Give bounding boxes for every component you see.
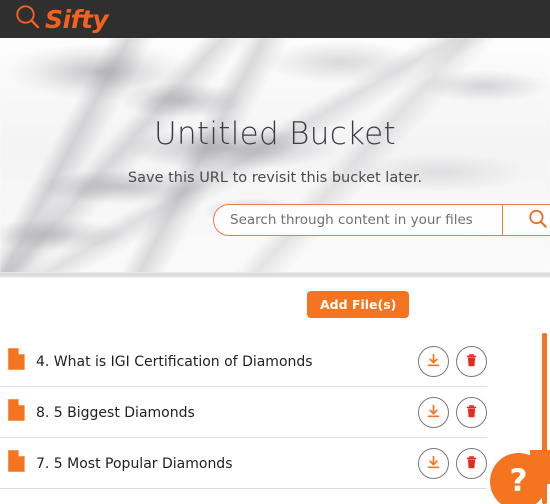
table-row[interactable]: 7. 5 Most Popular Diamonds — [0, 438, 550, 489]
download-icon — [425, 352, 442, 372]
delete-button[interactable] — [456, 448, 487, 479]
download-button[interactable] — [418, 346, 449, 377]
download-button[interactable] — [418, 397, 449, 428]
hero-bottom-divider — [0, 272, 550, 278]
file-list: 4. What is IGI Certification of Diamonds — [0, 336, 550, 489]
app-logo-text: Sifty — [45, 4, 109, 34]
search-input[interactable] — [214, 205, 502, 235]
add-files-button[interactable]: Add File(s) — [307, 291, 410, 318]
download-icon — [425, 454, 442, 474]
trash-icon — [463, 403, 480, 423]
file-icon — [7, 347, 26, 376]
download-icon — [425, 403, 442, 423]
search-icon — [13, 3, 43, 36]
row-actions — [418, 397, 487, 428]
table-row[interactable]: 8. 5 Biggest Diamonds — [0, 387, 550, 438]
delete-button[interactable] — [456, 397, 487, 428]
help-button[interactable]: ? — [490, 453, 547, 504]
trash-icon — [463, 454, 480, 474]
page-title: Untitled Bucket — [153, 116, 397, 152]
delete-button[interactable] — [456, 346, 487, 377]
app-window: Sifty Untitled Bucket Save this URL to r… — [0, 0, 550, 504]
row-actions — [418, 448, 487, 479]
row-actions — [418, 346, 487, 377]
hero-subtitle: Save this URL to revisit this bucket lat… — [127, 170, 423, 186]
marble-background-image — [0, 38, 550, 278]
file-manager-panel: Add File(s) 4. What is IGI Certification… — [0, 278, 550, 504]
file-icon — [7, 398, 26, 427]
search-bar — [213, 204, 550, 236]
search-submit-button[interactable] — [502, 205, 550, 235]
toolbar: Add File(s) — [0, 278, 550, 336]
hero-banner: Untitled Bucket Save this URL to revisit… — [0, 38, 550, 278]
file-icon — [7, 449, 26, 478]
table-row[interactable]: 4. What is IGI Certification of Diamonds — [0, 336, 550, 387]
search-icon — [527, 208, 549, 233]
download-button[interactable] — [418, 448, 449, 479]
app-logo[interactable]: Sifty — [13, 3, 109, 36]
top-navigation-bar: Sifty — [0, 0, 550, 38]
trash-icon — [463, 352, 480, 372]
